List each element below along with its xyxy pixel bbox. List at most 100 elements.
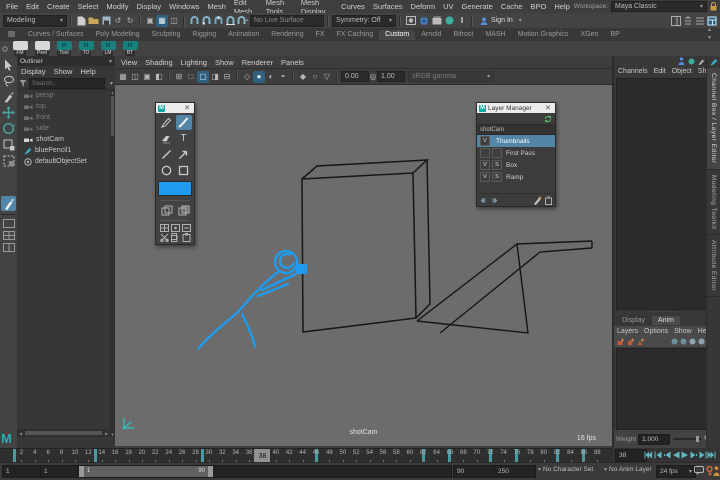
bp-color-swatch[interactable] (158, 181, 192, 196)
weight-slider[interactable] (673, 438, 701, 440)
paste-frame-button[interactable] (181, 233, 191, 242)
select-tool-button[interactable] (1, 57, 16, 72)
shelf-menu-icon[interactable] (0, 30, 22, 39)
tab-channel-box[interactable]: Channel Box / Layer Editor (707, 68, 720, 170)
move-layer-up-icon[interactable] (671, 338, 678, 345)
character-set-select[interactable]: ▾ No Character Set (535, 466, 593, 473)
menu-item-curves[interactable]: Curves (337, 2, 369, 11)
shelf-tab-rigging[interactable]: Rigging (186, 30, 222, 40)
tab-display[interactable]: Display (616, 316, 651, 325)
isolate-select-icon[interactable]: ▽ (321, 71, 333, 83)
channel-box-menu-channels[interactable]: Channels (618, 68, 648, 75)
snap-curve-icon[interactable] (200, 16, 212, 25)
step-back-frame-button[interactable] (653, 449, 662, 461)
onion-skin-next-icon[interactable] (490, 197, 498, 204)
menu-item-deform[interactable]: Deform (407, 2, 440, 11)
wireframe-icon[interactable]: ◇ (241, 71, 253, 83)
shelf-tab-motion-graphics[interactable]: Motion Graphics (512, 30, 575, 40)
add-frame-button[interactable] (159, 203, 175, 218)
circle-tool-button[interactable] (159, 163, 175, 178)
outliner-item-defaultobjectset[interactable]: defaultObjectSet (17, 156, 115, 167)
film-gate-icon[interactable]: □ (185, 71, 197, 83)
new-scene-icon[interactable] (75, 16, 87, 26)
xray-icon[interactable]: ◆ (297, 71, 309, 83)
menu-item-uv[interactable]: UV (439, 2, 457, 11)
shelf-button-peel[interactable]: Peel (32, 41, 52, 56)
create-anim-layer-icon[interactable] (637, 338, 645, 346)
toggle-workspace-icon[interactable] (707, 16, 717, 26)
select-hierarchy-icon[interactable]: ▣ (144, 15, 156, 27)
outliner-item-bluepencil[interactable]: bluePencil1 (17, 145, 115, 156)
viewport-menu-view[interactable]: View (117, 58, 141, 67)
outliner-item-side[interactable]: side (17, 123, 115, 134)
symmetry-select[interactable]: Symmetry: Off ▾ (332, 15, 396, 27)
anim-layer-select[interactable]: ▾ No Anim Layer (601, 466, 652, 473)
shelf-tab-custom[interactable]: Custom (379, 30, 415, 40)
fps-select[interactable]: 24 fps▾ (656, 465, 696, 478)
shelf-tab-curves-surfaces[interactable]: Curves / Surfaces (22, 30, 90, 40)
character-icon[interactable] (678, 57, 685, 65)
toggle-toolbox-icon[interactable] (683, 16, 693, 26)
shelf-tab-bp[interactable]: BP (604, 30, 625, 40)
play-backwards-button[interactable] (671, 449, 680, 461)
menu-item-create[interactable]: Create (43, 2, 74, 11)
textured-icon[interactable]: ◐ (265, 71, 277, 83)
layer-editor-menu-layers[interactable]: Layers (617, 328, 638, 335)
shelf-tab-fx-caching[interactable]: FX Caching (331, 30, 380, 40)
animation-preferences-icon[interactable] (713, 466, 720, 476)
frame-options-button[interactable] (181, 223, 191, 232)
layer-solo-checkbox[interactable] (492, 148, 502, 158)
refresh-icon[interactable] (544, 115, 552, 123)
rotate-tool-button[interactable] (1, 121, 16, 136)
outliner-item-persp[interactable]: persp (17, 90, 115, 101)
outliner-item-top[interactable]: top (17, 101, 115, 112)
gate-mask-icon[interactable]: ◨ (209, 71, 221, 83)
insert-frame-button[interactable] (159, 223, 169, 232)
grid-icon[interactable]: ⊞ (173, 71, 185, 83)
live-surface-field[interactable]: No Live Surface (250, 15, 324, 27)
outliner-menu-display[interactable]: Display (17, 67, 50, 76)
keyframe-tick[interactable] (13, 449, 16, 463)
layer-manager-titlebar[interactable]: M Layer Manager ✕ (477, 103, 555, 113)
menu-item-edit[interactable]: Edit (22, 2, 43, 11)
layout-split-pane-button[interactable] (1, 242, 16, 253)
marquee-tool-button[interactable] (1, 153, 16, 168)
filter-icon[interactable] (19, 79, 27, 87)
keyframe-tick[interactable] (94, 449, 97, 463)
layer-row-ramp[interactable]: V S Ramp (477, 171, 555, 183)
range-handle-left[interactable] (79, 466, 84, 477)
sign-in-button[interactable]: Sign In ▾ (480, 17, 522, 25)
shelf-tab-mash[interactable]: MASH (479, 30, 511, 40)
playback-end-field[interactable]: 90 (453, 465, 495, 478)
blue-pencil-titlebar[interactable]: M ✕ (156, 103, 194, 113)
menu-item-generate[interactable]: Generate (458, 2, 497, 11)
colorspace-select[interactable]: sRGB gamma ▾ (408, 71, 494, 82)
shelf-tab-fx[interactable]: FX (310, 30, 331, 40)
command-feedback-icon[interactable] (694, 466, 704, 475)
shelf-button-fm[interactable]: FM (10, 41, 30, 56)
remove-frame-button[interactable] (170, 223, 180, 232)
play-forwards-button[interactable] (680, 449, 689, 461)
snap-icons-group[interactable]: ▦ (117, 71, 129, 83)
layer-visible-checkbox[interactable]: V (480, 160, 490, 170)
open-scene-icon[interactable] (87, 16, 100, 25)
viewport-menu-panels[interactable]: Panels (277, 58, 308, 67)
divider[interactable] (70, 16, 72, 26)
sphere-icon[interactable] (688, 58, 695, 65)
shelf-tab-bifrost[interactable]: Bifrost (448, 30, 480, 40)
outliner-menu-show[interactable]: Show (50, 67, 77, 76)
shelf-button-to[interactable]: M TO (76, 41, 96, 56)
layer-editor-menu-show[interactable]: Show (674, 328, 692, 335)
snap-grid-icon[interactable] (188, 16, 200, 25)
smooth-shade-icon[interactable]: ● (253, 71, 265, 83)
delete-layer-icon[interactable] (545, 196, 552, 205)
viewport-menu-renderer[interactable]: Renderer (238, 58, 277, 67)
duplicate-frame-button[interactable] (176, 203, 192, 218)
channel-box-menu-object[interactable]: Object (672, 68, 692, 75)
new-layer-icon[interactable] (533, 196, 542, 205)
edit-icon[interactable] (698, 58, 705, 65)
outliner-hscrollbar[interactable]: ◀ ▶ (17, 429, 110, 437)
bookmark-icon[interactable]: ▣ (141, 71, 153, 83)
anim-end-field[interactable]: 250 (494, 465, 536, 478)
shelf-tab-animation[interactable]: Animation (222, 30, 265, 40)
